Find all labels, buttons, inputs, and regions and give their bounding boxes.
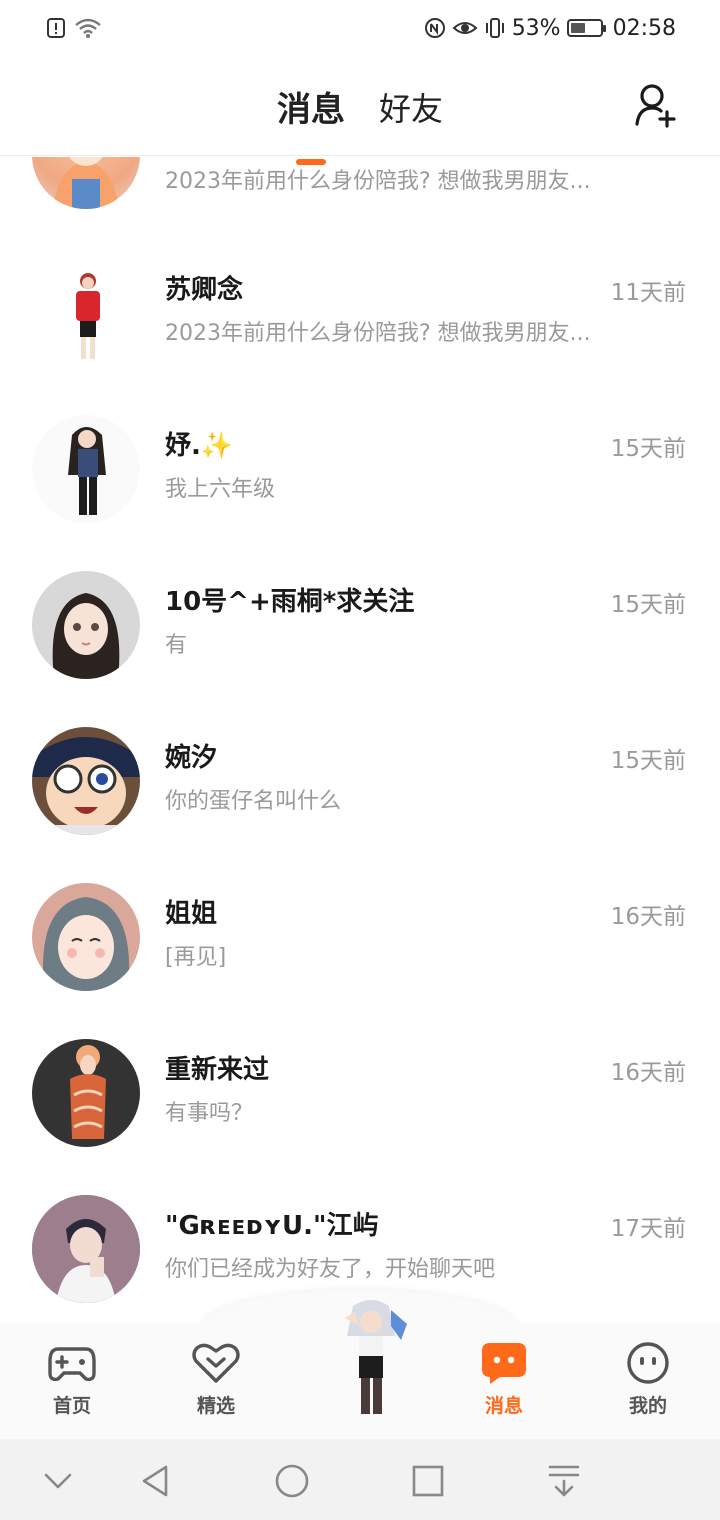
avatar xyxy=(32,1195,140,1303)
avatar xyxy=(32,157,140,209)
conversation-row[interactable]: 姐姐 16天前 [再见] xyxy=(0,865,720,1021)
avatar xyxy=(32,727,140,835)
avatar xyxy=(32,415,140,523)
contact-name: 婉汐 xyxy=(165,743,218,773)
gamepad-icon xyxy=(48,1341,96,1385)
timestamp: 17天前 xyxy=(610,1216,686,1242)
avatar xyxy=(32,571,140,679)
avatar xyxy=(32,263,140,371)
clock: 02:58 xyxy=(612,15,676,41)
add-friend-icon[interactable] xyxy=(634,82,678,128)
system-nav xyxy=(0,1439,720,1520)
home-circle-icon[interactable] xyxy=(272,1461,312,1501)
message-preview: [再见] xyxy=(165,945,227,970)
nav-featured[interactable]: 精选 xyxy=(166,1341,266,1418)
recents-square-icon[interactable] xyxy=(408,1461,448,1501)
nfc-icon xyxy=(424,17,446,39)
conversation-row[interactable]: 婉汐 15天前 你的蛋仔名叫什么 xyxy=(0,709,720,865)
contact-name: "GʀᴇᴇᴅʏU."江屿 xyxy=(165,1211,379,1241)
battery-icon xyxy=(566,19,606,37)
tab-bar: 消息 好友 xyxy=(0,82,720,165)
nav-home[interactable]: 首页 xyxy=(22,1341,122,1418)
wifi-icon xyxy=(74,17,102,39)
timestamp: 16天前 xyxy=(610,904,686,930)
chat-bubble-icon xyxy=(480,1341,528,1385)
eye-comfort-icon xyxy=(452,18,478,38)
timestamp: 15天前 xyxy=(610,592,686,618)
conversation-row[interactable]: 妤.✨ 15天前 我上六年级 xyxy=(0,397,720,553)
message-preview: 你们已经成为好友了，开始聊天吧 xyxy=(165,1257,496,1282)
character-avatar[interactable] xyxy=(325,1296,415,1424)
contact-name: 姐姐 xyxy=(165,899,218,929)
message-preview: 我上六年级 xyxy=(165,477,276,502)
avatar xyxy=(32,883,140,991)
nav-me[interactable]: 我的 xyxy=(598,1341,698,1418)
status-bar: 53% 02:58 xyxy=(0,0,720,56)
battery-percent: 53% xyxy=(511,15,561,41)
conversation-list[interactable]: 2023年前用什么身份陪我? 想做我男朋友... 苏卿念 11天前 2023年前… xyxy=(0,157,720,1323)
face-icon xyxy=(624,1341,672,1385)
contact-name: 苏卿念 xyxy=(165,275,244,305)
timestamp: 15天前 xyxy=(610,748,686,774)
download-icon[interactable] xyxy=(544,1461,584,1501)
contact-name: 10号^+雨桐*求关注 xyxy=(165,587,415,617)
header: 消息 好友 xyxy=(0,56,720,165)
message-preview: 有事吗？ xyxy=(165,1101,254,1126)
heart-chevron-icon xyxy=(192,1341,240,1385)
nav-messages[interactable]: 消息 xyxy=(454,1341,554,1418)
timestamp: 15天前 xyxy=(610,436,686,462)
chevron-down-icon[interactable] xyxy=(38,1461,78,1501)
timestamp: 11天前 xyxy=(610,280,686,306)
tab-messages[interactable]: 消息 xyxy=(277,82,345,165)
message-preview: 有 xyxy=(165,633,188,658)
vibrate-icon xyxy=(484,17,506,39)
alert-icon xyxy=(46,17,66,39)
message-preview: 2023年前用什么身份陪我? 想做我男朋友... xyxy=(165,169,591,194)
conversation-row[interactable]: 重新来过 16天前 有事吗？ xyxy=(0,1021,720,1177)
back-triangle-icon[interactable] xyxy=(136,1461,176,1501)
message-preview: 2023年前用什么身份陪我? 想做我男朋友... xyxy=(165,321,591,346)
contact-name: 妤.✨ xyxy=(165,431,234,461)
tab-friends[interactable]: 好友 xyxy=(379,84,443,131)
timestamp: 16天前 xyxy=(610,1060,686,1086)
contact-name: 重新来过 xyxy=(165,1055,270,1085)
message-preview: 你的蛋仔名叫什么 xyxy=(165,789,342,814)
avatar xyxy=(32,1039,140,1147)
conversation-row[interactable]: 2023年前用什么身份陪我? 想做我男朋友... xyxy=(0,157,720,235)
conversation-row[interactable]: 苏卿念 11天前 2023年前用什么身份陪我? 想做我男朋友... xyxy=(0,241,720,397)
conversation-row[interactable]: 10号^+雨桐*求关注 15天前 有 xyxy=(0,553,720,709)
